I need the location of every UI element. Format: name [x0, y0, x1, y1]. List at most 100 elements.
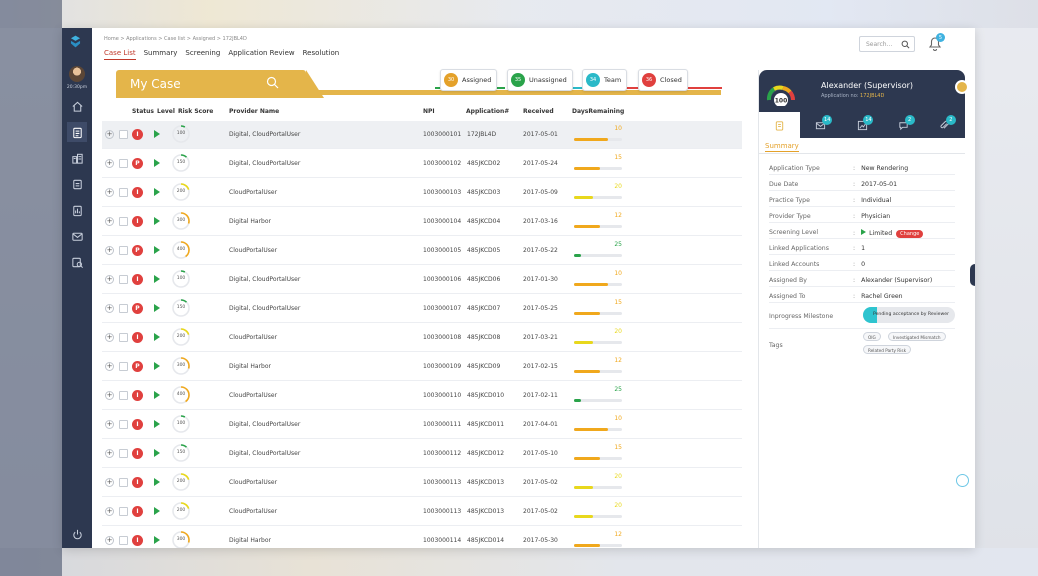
application-number[interactable]: 485JKCD013	[467, 508, 504, 515]
avatar[interactable]	[69, 66, 85, 82]
provider-name[interactable]: CloudPortalUser	[229, 392, 277, 399]
row-checkbox[interactable]	[119, 420, 128, 429]
provider-name[interactable]: Digital, CloudPortalUser	[229, 305, 300, 312]
row-checkbox[interactable]	[119, 536, 128, 545]
application-number[interactable]: 485JKCD04	[467, 218, 500, 225]
panel-handle[interactable]	[970, 264, 975, 286]
row-checkbox[interactable]	[119, 362, 128, 371]
col-npi[interactable]: NPI	[423, 108, 435, 115]
tab-attachments[interactable]: 2	[924, 112, 965, 138]
expand-row-button[interactable]: +	[105, 159, 114, 168]
table-row[interactable]: + I 100 Digital, CloudPortalUser 1003000…	[102, 411, 742, 439]
col-provider-name[interactable]: Provider Name	[229, 108, 279, 115]
tab-assigned[interactable]: 30 Assigned	[440, 69, 498, 91]
table-row[interactable]: + I 100 Digital, CloudPortalUser 1003000…	[102, 266, 742, 294]
col-application[interactable]: Application#	[466, 108, 509, 115]
expand-row-button[interactable]: +	[105, 362, 114, 371]
expand-row-button[interactable]: +	[105, 275, 114, 284]
application-number[interactable]: 485JKCD010	[467, 392, 504, 399]
table-row[interactable]: + I 200 CloudPortalUser 1003000108 485JK…	[102, 324, 742, 352]
table-row[interactable]: + I 300 Digital Harbor 1003000114 485JKC…	[102, 527, 742, 548]
tab-summary-icon[interactable]	[759, 112, 801, 138]
tab-resolution[interactable]: Resolution	[303, 49, 340, 60]
tab-activity[interactable]: 14	[841, 112, 882, 138]
tab-team[interactable]: 34 Team	[582, 69, 628, 91]
expand-row-button[interactable]: +	[105, 507, 114, 516]
tab-case-list[interactable]: Case List	[104, 49, 136, 60]
provider-name[interactable]: Digital Harbor	[229, 363, 271, 370]
row-checkbox[interactable]	[119, 507, 128, 516]
application-number[interactable]: 485JKCD012	[467, 450, 504, 457]
row-checkbox[interactable]	[119, 159, 128, 168]
reports-icon[interactable]	[67, 200, 87, 220]
table-row[interactable]: + I 300 Digital Harbor 1003000104 485JKC…	[102, 208, 742, 236]
provider-name[interactable]: Digital, CloudPortalUser	[229, 421, 300, 428]
expand-row-button[interactable]: +	[105, 449, 114, 458]
tag-oig[interactable]: OIG	[863, 332, 881, 341]
tab-closed[interactable]: 36 Closed	[638, 69, 688, 91]
panel-toggle-button[interactable]	[955, 80, 969, 94]
expand-row-button[interactable]: +	[105, 130, 114, 139]
application-number[interactable]: 485JKCD02	[467, 160, 500, 167]
row-checkbox[interactable]	[119, 217, 128, 226]
expand-row-button[interactable]: +	[105, 217, 114, 226]
application-number[interactable]: 485JKCD07	[467, 305, 500, 312]
table-row[interactable]: + I 200 CloudPortalUser 1003000113 485JK…	[102, 469, 742, 497]
application-number[interactable]: 485JKCD011	[467, 421, 504, 428]
provider-name[interactable]: CloudPortalUser	[229, 334, 277, 341]
row-checkbox[interactable]	[119, 478, 128, 487]
case-search-icon[interactable]	[266, 76, 279, 89]
row-checkbox[interactable]	[119, 449, 128, 458]
table-row[interactable]: + I 200 CloudPortalUser 1003000113 485JK…	[102, 498, 742, 526]
tag-related-party-risk[interactable]: Related Party Risk	[863, 345, 911, 354]
tab-summary[interactable]: Summary	[144, 49, 178, 60]
tab-unassigned[interactable]: 35 Unassigned	[507, 69, 573, 91]
provider-name[interactable]: Digital, CloudPortalUser	[229, 276, 300, 283]
row-checkbox[interactable]	[119, 391, 128, 400]
help-button[interactable]	[956, 474, 969, 487]
expand-row-button[interactable]: +	[105, 246, 114, 255]
table-row[interactable]: + P 150 Digital, CloudPortalUser 1003000…	[102, 150, 742, 178]
row-checkbox[interactable]	[119, 188, 128, 197]
providers-icon[interactable]	[67, 148, 87, 168]
row-checkbox[interactable]	[119, 304, 128, 313]
application-number[interactable]: 485JKCD05	[467, 247, 500, 254]
provider-name[interactable]: CloudPortalUser	[229, 479, 277, 486]
notifications-button[interactable]: 5	[927, 33, 945, 52]
tab-application-review[interactable]: Application Review	[228, 49, 294, 60]
row-checkbox[interactable]	[119, 333, 128, 342]
row-checkbox[interactable]	[119, 246, 128, 255]
cases-icon[interactable]	[67, 122, 87, 142]
search-records-icon[interactable]	[67, 252, 87, 272]
application-number[interactable]: 485JKCD014	[467, 537, 504, 544]
tab-comments[interactable]: 2	[883, 112, 924, 138]
col-risk-score[interactable]: Risk Score	[178, 108, 213, 115]
mail-icon[interactable]	[67, 226, 87, 246]
row-checkbox[interactable]	[119, 130, 128, 139]
application-number[interactable]: 485JKCD06	[467, 276, 500, 283]
breadcrumb[interactable]: Home > Applications > Case list > Assign…	[104, 36, 247, 42]
expand-row-button[interactable]: +	[105, 478, 114, 487]
provider-name[interactable]: Digital Harbor	[229, 537, 271, 544]
expand-row-button[interactable]: +	[105, 420, 114, 429]
documents-icon[interactable]	[67, 174, 87, 194]
expand-row-button[interactable]: +	[105, 536, 114, 545]
table-row[interactable]: + I 200 CloudPortalUser 1003000103 485JK…	[102, 179, 742, 207]
row-checkbox[interactable]	[119, 275, 128, 284]
power-icon[interactable]	[67, 524, 87, 544]
expand-row-button[interactable]: +	[105, 188, 114, 197]
search-input[interactable]: Search...	[859, 36, 915, 52]
provider-name[interactable]: Digital, CloudPortalUser	[229, 131, 300, 138]
col-days-remaining[interactable]: DaysRemaining	[572, 108, 624, 115]
provider-name[interactable]: Digital, CloudPortalUser	[229, 450, 300, 457]
provider-name[interactable]: CloudPortalUser	[229, 247, 277, 254]
col-level[interactable]: Level	[157, 108, 175, 115]
tab-messages[interactable]: 14	[800, 112, 841, 138]
expand-row-button[interactable]: +	[105, 304, 114, 313]
tag-investigated-mismatch[interactable]: Investigated Mismatch	[888, 332, 946, 341]
provider-name[interactable]: CloudPortalUser	[229, 189, 277, 196]
table-row[interactable]: + I 100 Digital, CloudPortalUser 1003000…	[102, 121, 742, 149]
table-row[interactable]: + I 400 CloudPortalUser 1003000110 485JK…	[102, 382, 742, 410]
table-row[interactable]: + P 150 Digital, CloudPortalUser 1003000…	[102, 295, 742, 323]
application-number[interactable]: 485JKCD03	[467, 189, 500, 196]
